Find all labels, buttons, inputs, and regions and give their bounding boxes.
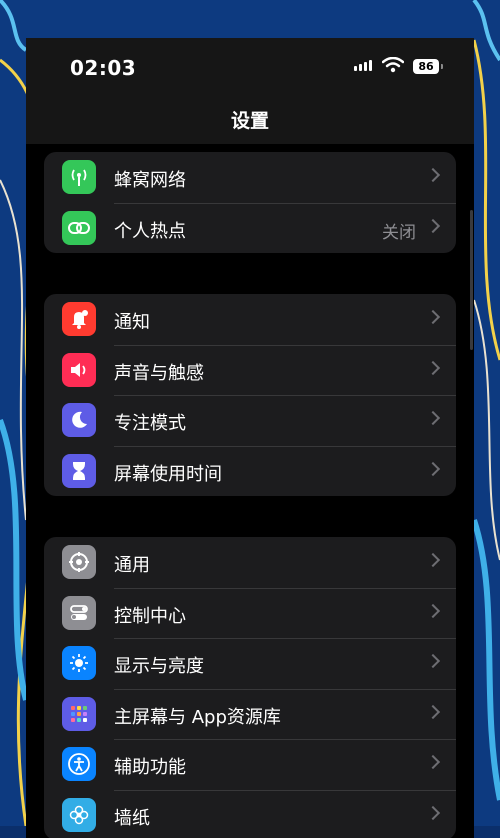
- antenna-icon: [62, 160, 96, 194]
- page-title: 设置: [26, 106, 474, 133]
- gear-icon: [62, 545, 96, 579]
- sun-icon: [62, 646, 96, 680]
- row-label: 蜂窝网络: [114, 166, 186, 192]
- wifi-icon: [382, 57, 404, 73]
- chevron-right-icon: [426, 411, 440, 425]
- chevron-right-icon: [426, 218, 440, 232]
- accessibility-icon: [62, 747, 96, 781]
- speaker-icon: [62, 353, 96, 387]
- chevron-right-icon: [426, 805, 440, 819]
- navigation-bar: 02:03 86 设置: [26, 38, 474, 144]
- settings-row-display[interactable]: 显示与亮度: [44, 638, 456, 689]
- settings-row-notifications[interactable]: 通知: [44, 294, 456, 345]
- chevron-right-icon: [426, 704, 440, 718]
- link-icon: [62, 211, 96, 245]
- chevron-right-icon: [426, 360, 440, 374]
- status-time: 02:03: [70, 56, 136, 80]
- chevron-right-icon: [426, 461, 440, 475]
- row-label: 个人热点: [114, 217, 186, 243]
- chevron-right-icon: [426, 168, 440, 182]
- settings-row-cellular[interactable]: 蜂窝网络: [44, 152, 456, 203]
- moon-icon: [62, 403, 96, 437]
- settings-screen: 02:03 86 设置 蜂窝网络 个人热点 关闭: [26, 38, 474, 838]
- settings-row-general[interactable]: 通用: [44, 537, 456, 588]
- settings-row-hotspot[interactable]: 个人热点 关闭: [44, 203, 456, 254]
- chevron-right-icon: [426, 654, 440, 668]
- settings-group-general: 通用 控制中心 显示与亮度 主屏幕与 A: [44, 537, 456, 838]
- row-label: 通知: [114, 308, 150, 334]
- settings-row-sounds[interactable]: 声音与触感: [44, 345, 456, 396]
- row-label: 主屏幕与 App资源库: [114, 703, 281, 729]
- chevron-right-icon: [426, 755, 440, 769]
- row-label: 辅助功能: [114, 753, 186, 779]
- chevron-right-icon: [426, 310, 440, 324]
- settings-group-notifications: 通知 声音与触感 专注模式 屏幕使用时间: [44, 294, 456, 496]
- row-label: 声音与触感: [114, 359, 204, 385]
- settings-row-focus[interactable]: 专注模式: [44, 395, 456, 446]
- chevron-right-icon: [426, 603, 440, 617]
- row-label: 屏幕使用时间: [114, 460, 222, 486]
- row-label: 控制中心: [114, 602, 186, 628]
- settings-row-control-center[interactable]: 控制中心: [44, 588, 456, 639]
- cellular-signal-icon: [354, 60, 372, 71]
- hourglass-icon: [62, 454, 96, 488]
- row-label: 显示与亮度: [114, 652, 204, 678]
- settings-row-home-screen[interactable]: 主屏幕与 App资源库: [44, 689, 456, 740]
- bell-icon: [62, 302, 96, 336]
- battery-indicator: 86: [413, 59, 439, 74]
- chevron-right-icon: [426, 553, 440, 567]
- scroll-indicator[interactable]: [470, 210, 473, 350]
- flower-icon: [62, 798, 96, 832]
- settings-row-screen-time[interactable]: 屏幕使用时间: [44, 446, 456, 497]
- row-value: 关闭: [382, 218, 416, 243]
- settings-row-wallpaper[interactable]: 墙纸: [44, 790, 456, 838]
- settings-row-accessibility[interactable]: 辅助功能: [44, 739, 456, 790]
- toggles-icon: [62, 596, 96, 630]
- settings-group-network: 蜂窝网络 个人热点 关闭: [44, 152, 456, 253]
- app-grid-icon: [62, 697, 96, 731]
- row-label: 专注模式: [114, 409, 186, 435]
- row-label: 通用: [114, 551, 150, 577]
